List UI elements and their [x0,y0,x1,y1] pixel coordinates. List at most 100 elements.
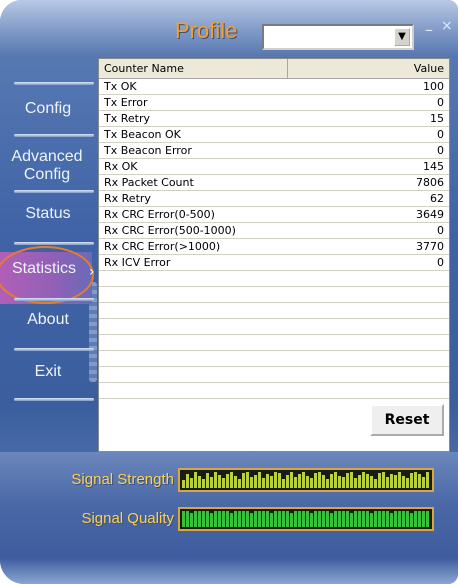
counter-name: Rx CRC Error(>1000) [104,240,221,253]
table-row[interactable]: Tx Error 0 [99,95,449,111]
signal-strength-bar [406,478,409,488]
signal-quality-bar [426,511,429,527]
signal-strength-bar [398,472,401,488]
signal-quality-bar [182,511,185,527]
signal-strength-bar [230,472,233,488]
table-row[interactable]: Rx Packet Count 7806 [99,175,449,191]
signal-strength-bar [334,472,337,488]
table-row[interactable]: Rx CRC Error(500-1000) 0 [99,223,449,239]
signal-quality-bar [362,511,365,527]
signal-quality-bar [382,511,385,527]
app-window: Profile ▼ – × Config Advanced Config Sta… [0,0,458,584]
signal-strength-bar [374,479,377,488]
signal-strength-bar [326,479,329,488]
sidebar-item-config[interactable]: Config [0,100,96,118]
column-header-value[interactable]: Value [288,59,449,79]
signal-strength-bar [206,473,209,488]
signal-strength-bar [182,480,185,488]
table-row[interactable]: Tx Retry 15 [99,111,449,127]
counter-name: Rx OK [104,160,138,173]
signal-strength-bar [266,474,269,488]
profile-dropdown[interactable]: ▼ [262,24,414,50]
signal-strength-bar [298,474,301,488]
chevron-down-icon[interactable]: ▼ [394,28,410,46]
counter-value: 0 [437,144,444,157]
title-bar: Profile ▼ – × [0,0,458,58]
signal-strength-bar [258,472,261,488]
signal-quality-bar [278,511,281,527]
close-button[interactable]: × [441,18,453,34]
signal-quality-bar [398,511,401,527]
signal-strength-bar [362,472,365,488]
signal-strength-bar [378,473,381,488]
sidebar-item-statistics[interactable]: Statistics [0,260,92,278]
table-row-empty [99,335,449,351]
sidebar-item-advanced-config[interactable]: Advanced Config [6,148,88,184]
signal-quality-bar [218,511,221,527]
signal-quality-meter [178,507,434,531]
signal-quality-bar [342,511,345,527]
column-header-counter-name[interactable]: Counter Name [99,59,288,79]
signal-quality-bar [298,511,301,527]
nav-separator [14,82,94,85]
sidebar-item-exit[interactable]: Exit [0,363,96,381]
signal-quality-bar [206,511,209,527]
signal-strength-bar [394,475,397,488]
counter-value: 3770 [416,240,444,253]
signal-strength-bar [402,476,405,488]
table-row[interactable]: Tx Beacon Error 0 [99,143,449,159]
signal-strength-bar [238,479,241,488]
signal-quality-bar [374,511,377,527]
counter-name: Rx Packet Count [104,176,194,189]
signal-strength-bar [354,478,357,488]
signal-strength-bar [278,473,281,488]
signal-quality-bar [314,511,317,527]
signal-strength-bar [246,472,249,488]
counter-name: Rx CRC Error(500-1000) [104,224,236,237]
signal-strength-bar [370,476,373,488]
signal-quality-label: Signal Quality [81,510,174,527]
counter-value: 0 [437,128,444,141]
reset-button[interactable]: Reset [370,404,444,436]
table-row-empty [99,303,449,319]
signal-quality-bar [326,511,329,527]
table-row[interactable]: Rx OK 145 [99,159,449,175]
table-row[interactable]: Rx CRC Error(>1000) 3770 [99,239,449,255]
counter-name: Rx Retry [104,192,151,205]
signal-quality-bar [394,511,397,527]
signal-quality-bar [266,511,269,527]
table-row[interactable]: Tx Beacon OK 0 [99,127,449,143]
table-header: Counter Name Value [99,59,449,79]
signal-quality-bar [410,513,413,527]
signal-strength-bar [198,476,201,488]
table-row[interactable]: Rx ICV Error 0 [99,255,449,271]
signal-strength-bar [382,472,385,488]
sidebar-item-about[interactable]: About [0,311,96,329]
signal-strength-bar [426,472,429,488]
signal-quality-bar [282,511,285,527]
minimize-button[interactable]: – [425,22,433,38]
signal-strength-bar [318,472,321,488]
signal-quality-bar [222,511,225,527]
counter-name: Tx Retry [104,112,150,125]
signal-quality-bar [414,511,417,527]
sidebar-item-status[interactable]: Status [0,205,96,223]
nav-separator [14,190,94,193]
table-row[interactable]: Rx Retry 62 [99,191,449,207]
table-row[interactable]: Tx OK 100 [99,79,449,95]
signal-quality-bar [214,511,217,527]
table-row[interactable]: Rx CRC Error(0-500) 3649 [99,207,449,223]
signal-strength-bar [226,474,229,488]
signal-strength-bar [262,478,265,488]
signal-quality-bar [190,513,193,527]
signal-quality-bar [358,511,361,527]
counter-value: 3649 [416,208,444,221]
table-row-empty [99,319,449,335]
signal-quality-bar [338,511,341,527]
signal-strength-bar [366,474,369,488]
counter-value: 100 [423,80,444,93]
signal-quality-bar [402,511,405,527]
signal-strength-bar [322,475,325,488]
nav-separator [14,134,94,137]
signal-strength-bar [410,473,413,488]
